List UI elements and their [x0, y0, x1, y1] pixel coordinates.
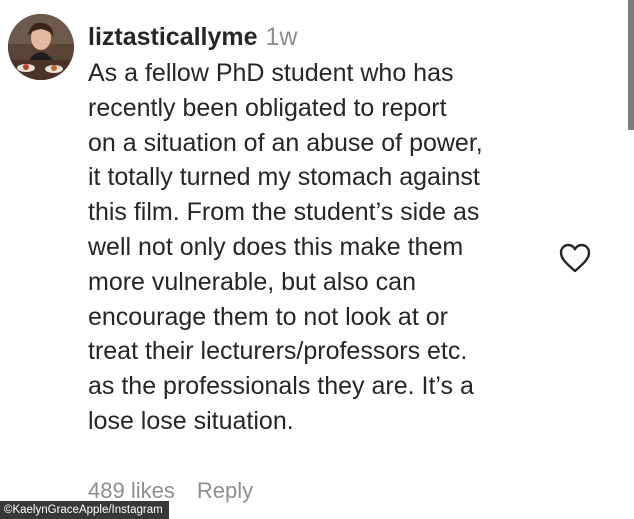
reply-button[interactable]: Reply: [197, 478, 253, 503]
image-credit: ©KaelynGraceApple/Instagram: [0, 501, 169, 519]
comment-timestamp: 1w: [265, 23, 298, 51]
comment-header: liztasticallyme 1w: [88, 20, 548, 54]
avatar[interactable]: [8, 14, 74, 80]
comment-text-line: well not only does this make them: [88, 232, 464, 261]
comment-text: As a fellow PhD student who has recently…: [88, 56, 548, 439]
scrollbar[interactable]: [628, 0, 634, 130]
username-link[interactable]: liztasticallyme: [88, 23, 258, 51]
comment-text-line: lose lose situation.: [88, 406, 294, 435]
comment: liztasticallyme 1w As a fellow PhD studen…: [88, 20, 548, 439]
comment-text-line: it totally turned my stomach against: [88, 163, 480, 192]
comment-text-line: encourage them to not look at or: [88, 302, 448, 331]
comment-text-line: As a fellow PhD student who has: [88, 59, 454, 87]
comment-text-line: recently been obligated to report: [88, 93, 447, 122]
comment-text-line: on a situation of an abuse of power,: [88, 128, 483, 157]
comment-text-line: treat their lecturers/professors etc.: [88, 337, 468, 366]
comment-text-line: more vulnerable, but also can: [88, 267, 416, 296]
comment-text-line: as the professionals they are. It’s a: [88, 372, 474, 401]
heart-outline-icon[interactable]: [558, 242, 592, 274]
comment-text-line: this film. From the student’s side as: [88, 198, 480, 227]
likes-count-link[interactable]: 489 likes: [88, 478, 175, 503]
